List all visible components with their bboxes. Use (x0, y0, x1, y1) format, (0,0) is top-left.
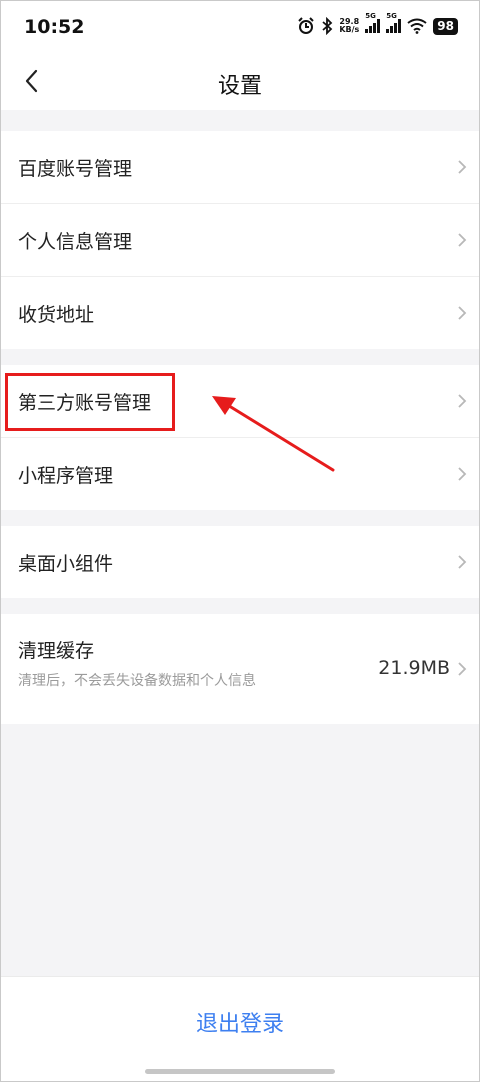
alarm-icon (298, 17, 315, 34)
settings-item-label: 个人信息管理 (18, 230, 133, 253)
settings-item-label: 百度账号管理 (18, 157, 133, 180)
chevron-right-icon (458, 233, 467, 247)
page-title: 设置 (217, 74, 262, 99)
chevron-right-icon (458, 662, 467, 676)
settings-group-account: 百度账号管理 个人信息管理 收货地址 (0, 131, 480, 349)
signal-icon-1: 5G (365, 12, 381, 33)
chevron-right-icon (458, 555, 467, 569)
network-speed: 29.8 KB/s (339, 17, 360, 34)
signal-icon-2: 5G (386, 12, 402, 33)
settings-group-cache: 清理缓存 清理后，不会丢失设备数据和个人信息 21.9MB (0, 614, 480, 724)
settings-item-baidu-account[interactable]: 百度账号管理 (0, 131, 480, 204)
settings-item-label: 收货地址 (18, 303, 95, 326)
cache-size-value: 21.9MB (378, 657, 450, 679)
chevron-right-icon (458, 394, 467, 408)
settings-item-desktop-widget[interactable]: 桌面小组件 (0, 526, 480, 598)
highlight-box (5, 373, 175, 431)
settings-group-widgets: 桌面小组件 (0, 526, 480, 598)
settings-item-label: 桌面小组件 (18, 552, 114, 575)
home-indicator[interactable] (145, 1069, 335, 1074)
chevron-right-icon (458, 160, 467, 174)
annotation-arrow (212, 396, 335, 472)
wifi-icon (407, 18, 427, 34)
settings-item-subtitle: 清理后，不会丢失设备数据和个人信息 (18, 673, 256, 689)
nav-bar: 设置 (0, 56, 480, 110)
settings-item-clear-cache[interactable]: 清理缓存 清理后，不会丢失设备数据和个人信息 21.9MB (0, 614, 480, 724)
chevron-right-icon (458, 306, 467, 320)
settings-item-personal-info[interactable]: 个人信息管理 (0, 204, 480, 277)
chevron-right-icon (458, 467, 467, 481)
settings-item-label: 清理缓存 (18, 640, 95, 662)
bluetooth-icon (322, 17, 333, 35)
logout-button[interactable]: 退出登录 (0, 1006, 480, 1038)
bottom-bar: 退出登录 (0, 976, 480, 1083)
status-time: 10:52 (24, 16, 85, 38)
status-icons: 29.8 KB/s 5G 5G 98 (297, 12, 458, 35)
settings-item-label: 小程序管理 (18, 464, 114, 487)
battery-indicator: 98 (433, 17, 458, 35)
settings-item-shipping-address[interactable]: 收货地址 (0, 277, 480, 349)
status-bar: 10:52 29.8 KB/s 5G 5G 98 (0, 0, 480, 56)
